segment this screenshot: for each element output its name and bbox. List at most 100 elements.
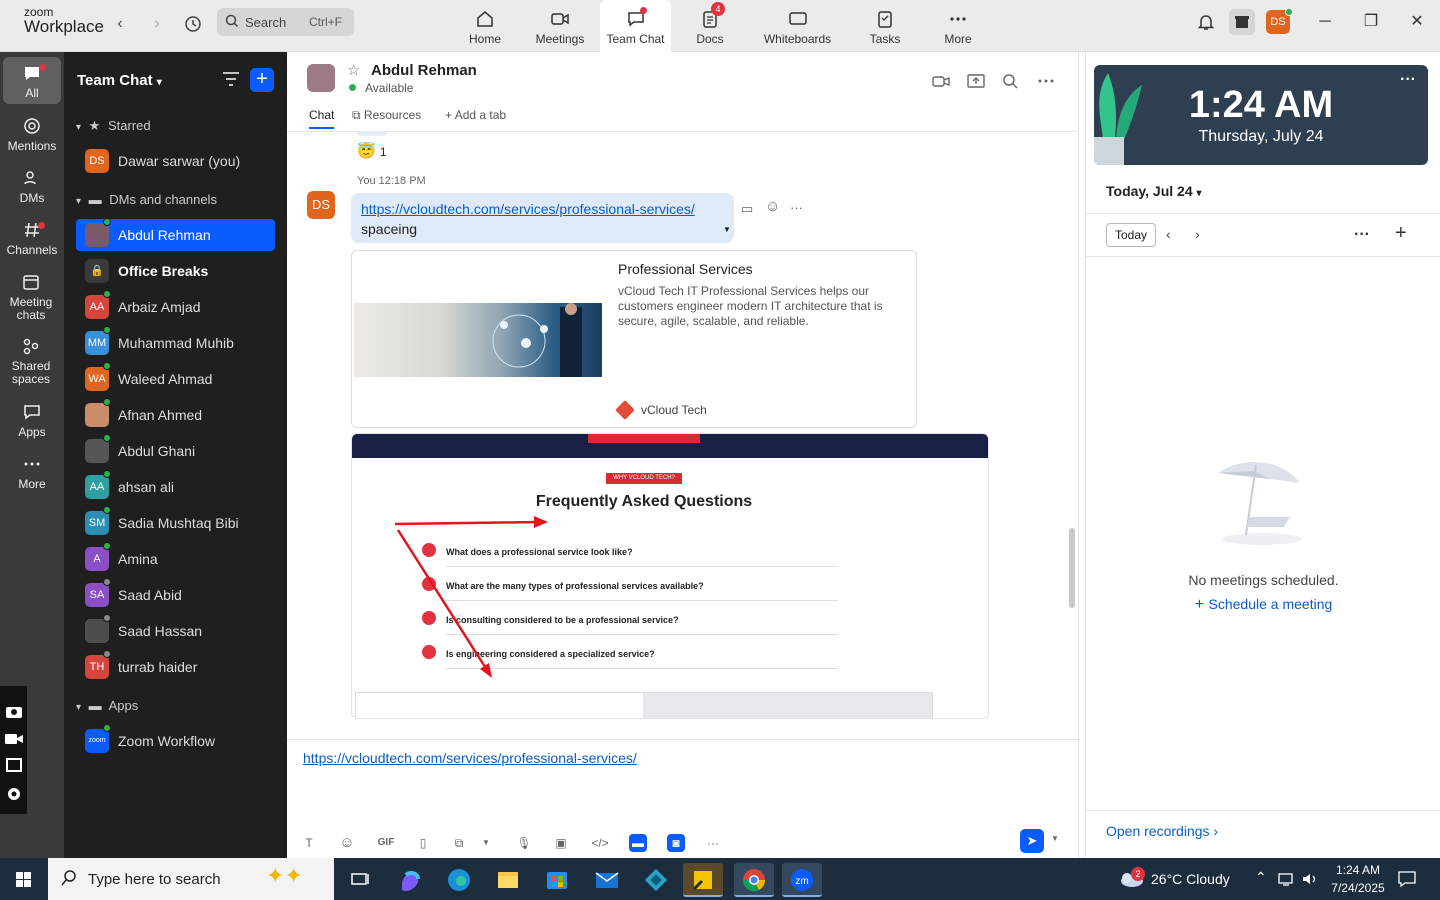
store-icon[interactable] xyxy=(537,863,577,897)
file-explorer-icon[interactable] xyxy=(488,863,528,897)
rail-channels[interactable]: Channels xyxy=(0,220,64,257)
maximize-icon[interactable]: ❐ xyxy=(1356,10,1386,34)
contact-item[interactable]: DS Dawar sarwar (you) xyxy=(76,145,275,177)
back-arrow-icon[interactable]: ‹ xyxy=(108,12,132,36)
gear-icon[interactable] xyxy=(2,784,26,808)
record-video-icon[interactable] xyxy=(2,730,26,754)
caret-icon[interactable]: ▼ xyxy=(723,225,731,234)
tab-chat[interactable]: Chat xyxy=(309,108,335,129)
video-message-icon[interactable]: ▣ xyxy=(552,834,570,852)
gift-icon[interactable] xyxy=(1229,9,1255,35)
message-bubble[interactable]: https://vcloudtech.com/services/professi… xyxy=(351,193,734,243)
prev-day-icon[interactable]: ‹ xyxy=(1166,226,1171,242)
rail-mentions[interactable]: Mentions xyxy=(0,116,64,153)
nav-docs[interactable]: Docs 4 xyxy=(685,0,735,52)
screen-share-icon[interactable] xyxy=(2,757,26,781)
contact-item[interactable]: Abdul Ghani xyxy=(76,434,275,467)
section-dms-and-channels[interactable]: ▾ ▬ DMs and channels xyxy=(76,192,217,207)
app-icon[interactable] xyxy=(636,863,676,897)
contact-item[interactable]: A Amina xyxy=(76,542,275,575)
volume-icon[interactable] xyxy=(1301,870,1319,891)
nav-home[interactable]: Home xyxy=(455,0,515,52)
windows-start-icon[interactable] xyxy=(4,863,44,897)
calendar-more-icon[interactable]: ··· xyxy=(1354,226,1370,244)
open-recordings-link[interactable]: Open recordings › xyxy=(1106,823,1218,839)
microphone-icon[interactable]: 🎙 xyxy=(515,834,533,852)
rail-more[interactable]: More xyxy=(0,454,64,491)
section-starred[interactable]: ▾ ★ Starred xyxy=(76,118,151,134)
contact-item[interactable]: SA Saad Abid xyxy=(76,578,275,611)
search-icon[interactable] xyxy=(1000,71,1020,91)
nav-whiteboards[interactable]: Whiteboards xyxy=(760,0,835,52)
mail-icon[interactable] xyxy=(587,863,627,897)
copilot-icon[interactable] xyxy=(390,863,430,897)
star-outline-icon[interactable]: ☆ xyxy=(347,61,360,79)
clock-more-icon[interactable]: ··· xyxy=(1400,71,1416,89)
tab-resources[interactable]: ⧉ Resources xyxy=(352,108,421,123)
nav-team-chat[interactable]: Team Chat xyxy=(600,0,671,52)
contact-item[interactable]: WA Waleed Ahmad xyxy=(76,362,275,395)
add-event-icon[interactable]: + xyxy=(1395,222,1407,245)
contact-item[interactable]: AA Arbaiz Amjad xyxy=(76,290,275,323)
send-button[interactable]: ➤ xyxy=(1020,829,1044,853)
more-options-icon[interactable] xyxy=(1036,71,1056,91)
zoom-taskbar-icon[interactable]: zm xyxy=(782,863,822,897)
contact-item[interactable]: 🔒 Office Breaks xyxy=(76,255,275,287)
emoji-icon[interactable]: ☺ xyxy=(338,834,356,852)
contact-avatar[interactable] xyxy=(307,64,335,92)
file-icon[interactable]: ▯ xyxy=(414,834,432,852)
sender-avatar[interactable]: DS xyxy=(307,191,335,219)
bell-icon[interactable] xyxy=(1196,12,1216,32)
contact-name[interactable]: Abdul Rehman xyxy=(371,62,477,79)
code-icon[interactable]: </> xyxy=(591,834,609,852)
image-attachment[interactable]: WHY VCLOUD TECH? Frequently Asked Questi… xyxy=(351,433,989,719)
chrome-icon[interactable] xyxy=(734,863,774,897)
search-input[interactable]: Search Ctrl+F xyxy=(217,8,354,36)
day-selector[interactable]: Today, Jul 24 ▾ xyxy=(1106,183,1202,199)
app-icon-2[interactable]: ◙ xyxy=(667,834,685,852)
filter-icon[interactable] xyxy=(222,71,240,90)
scrollbar[interactable] xyxy=(1069,528,1075,608)
contact-item[interactable]: Abdul Rehman xyxy=(76,218,275,251)
rail-shared-spaces[interactable]: Shared spaces xyxy=(0,336,62,386)
schedule-meeting-link[interactable]: + Schedule a meeting xyxy=(1086,596,1440,614)
task-view-icon[interactable] xyxy=(340,863,380,897)
contact-item[interactable]: Afnan Ahmed xyxy=(76,398,275,431)
today-button[interactable]: Today xyxy=(1106,223,1156,247)
contact-item[interactable]: SM Sadia Mushtaq Bibi xyxy=(76,506,275,539)
reply-icon[interactable]: ▭ xyxy=(741,201,753,217)
camera-icon[interactable] xyxy=(2,702,26,726)
sidebar-title[interactable]: Team Chat ▾ xyxy=(77,72,162,89)
contact-item[interactable]: TH turrab haider xyxy=(76,650,275,683)
notification-center-icon[interactable] xyxy=(1397,869,1417,892)
contact-item[interactable]: AA ahsan ali xyxy=(76,470,275,503)
text-format-icon[interactable]: T xyxy=(300,834,318,852)
rail-apps[interactable]: Apps xyxy=(0,402,64,439)
contact-item[interactable]: Saad Hassan xyxy=(76,614,275,647)
edge-browser-icon[interactable] xyxy=(439,863,479,897)
nav-tasks[interactable]: Tasks xyxy=(860,0,910,52)
app-icon[interactable]: ▬ xyxy=(629,834,647,852)
contact-item[interactable]: MM Muhammad Muhib xyxy=(76,326,275,359)
rail-dms[interactable]: DMs xyxy=(0,168,64,205)
minimize-icon[interactable]: ─ xyxy=(1310,10,1340,34)
next-day-icon[interactable]: › xyxy=(1195,226,1200,242)
more-actions-icon[interactable]: ··· xyxy=(790,200,803,215)
share-screen-icon[interactable] xyxy=(966,71,986,91)
chevron-up-icon[interactable]: ⌃ xyxy=(1255,869,1267,886)
tab-add[interactable]: + Add a tab xyxy=(445,108,506,122)
history-icon[interactable] xyxy=(181,12,205,36)
rail-all[interactable]: All xyxy=(3,57,61,104)
chevron-down-icon[interactable]: ▼ xyxy=(477,834,495,852)
link-preview-card[interactable]: Professional Services vCloud Tech IT Pro… xyxy=(351,250,917,428)
gif-icon[interactable]: GIF xyxy=(375,834,397,852)
nav-meetings[interactable]: Meetings xyxy=(530,0,590,52)
taskbar-date[interactable]: 7/24/2025 xyxy=(1326,881,1390,895)
new-chat-button[interactable]: + xyxy=(250,68,274,92)
more-tools-icon[interactable]: ··· xyxy=(704,834,722,852)
taskbar-search-input[interactable]: Type here to search ✦✦ xyxy=(48,858,334,900)
screenshot-icon[interactable]: ⧉ xyxy=(450,834,468,852)
close-icon[interactable]: ✕ xyxy=(1402,10,1432,34)
weather-text[interactable]: 26°C Cloudy xyxy=(1151,871,1230,887)
taskbar-time[interactable]: 1:24 AM xyxy=(1330,863,1386,877)
